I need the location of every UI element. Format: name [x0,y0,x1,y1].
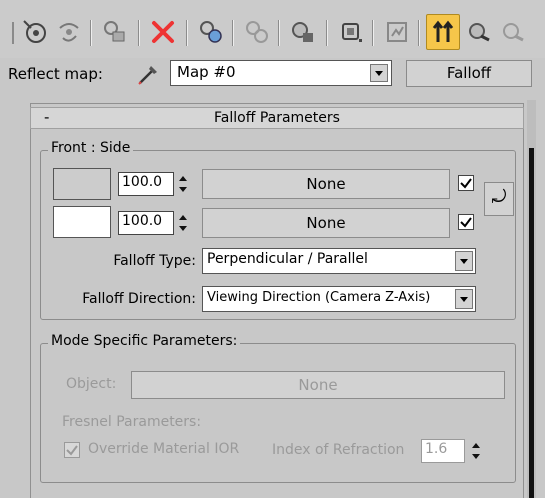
falloff-direction-label: Falloff Direction: [82,291,196,307]
ior-label: Index of Refraction [272,442,405,458]
toolbar-separator [232,20,234,46]
go-to-sibling-icon [503,23,524,42]
eyedropper-button[interactable] [135,62,163,86]
toolbar-separator [278,20,280,46]
check-icon [460,217,472,228]
rollout-title: Falloff Parameters [214,110,340,126]
material-editor-toolbar [0,0,545,58]
put-to-library-icon [246,21,268,43]
go-forward-icon [469,23,490,42]
side-amount-field[interactable]: 100.0 [118,211,174,235]
scrollbar-thumb[interactable] [529,148,534,498]
go-to-parent-icon [432,20,454,42]
dropdown-arrow-button[interactable] [455,251,473,271]
swap-colors-button[interactable]: ⤾ [484,182,514,216]
assign-material-button[interactable] [98,14,132,50]
falloff-direction-dropdown[interactable]: Viewing Direction (Camera Z-Axis) [202,286,476,312]
rollout-header[interactable]: Falloff Parameters [30,107,524,129]
make-unique-icon [200,21,222,43]
material-effects-icon [292,22,313,42]
material-effects-channel-button[interactable] [286,14,320,50]
fresnel-parameters-label: Fresnel Parameters: [62,414,202,430]
front-color-swatch[interactable] [53,168,111,200]
toolbar-separator [186,20,188,46]
object-pick-button[interactable]: None [131,371,505,399]
falloff-type-dropdown[interactable]: Perpendicular / Parallel [202,248,476,274]
toolbar-separator [326,20,328,46]
toolbar-separator [90,20,92,46]
show-end-result-button[interactable] [380,14,414,50]
chevron-down-icon [460,297,468,302]
front-map-checkbox[interactable] [458,175,474,191]
delete-icon [152,21,174,43]
toolbar-separator [372,20,374,46]
map-type-button[interactable]: Falloff [406,60,532,87]
front-map-button[interactable]: None [202,169,450,199]
reflect-map-label: Reflect map: [8,65,103,83]
go-to-sibling-button[interactable] [496,14,530,50]
override-ior-label: Override Material IOR [88,441,240,457]
put-to-library-button[interactable] [240,14,274,50]
swap-icon: ⤾ [491,187,507,208]
assign-material-icon [104,21,125,42]
object-label: Object: [66,376,117,392]
reflect-map-value: Map #0 [177,63,236,81]
go-forward-to-sibling-button[interactable] [462,14,496,50]
falloff-type-value: Perpendicular / Parallel [207,251,368,267]
show-in-viewport-icon [59,23,79,42]
mode-specific-title: Mode Specific Parameters: [48,333,241,349]
show-map-in-viewport-button[interactable] [334,14,368,50]
front-side-title: Front : Side [48,140,134,156]
show-map-icon [342,23,362,42]
dropdown-arrow-button[interactable] [370,64,388,82]
chevron-down-icon [375,71,383,76]
show-end-result-icon [387,22,407,42]
toolbar-grip[interactable] [12,22,14,44]
side-amount-spinner[interactable] [176,211,190,235]
front-amount-field[interactable]: 100.0 [118,172,174,196]
falloff-type-label: Falloff Type: [113,253,196,269]
check-icon [66,445,78,456]
ior-spinner[interactable] [469,439,483,463]
spinner-arrows-icon [179,215,187,231]
spinner-arrows-icon [179,176,187,192]
side-map-checkbox[interactable] [458,214,474,230]
pick-object-icon [23,20,46,43]
collapse-toggle[interactable]: - [44,108,49,126]
side-color-swatch[interactable] [53,206,111,238]
show-in-viewport-button[interactable] [52,14,86,50]
reflect-map-dropdown[interactable]: Map #0 [170,60,392,86]
dropdown-arrow-button[interactable] [455,289,473,309]
make-unique-button[interactable] [194,14,228,50]
front-amount-spinner[interactable] [176,172,190,196]
toolbar-separator [418,20,420,46]
pick-object-button[interactable] [18,14,52,50]
check-icon [460,178,472,189]
override-ior-checkbox[interactable] [64,442,80,458]
go-to-parent-button[interactable] [426,14,460,50]
delete-button[interactable] [146,14,180,50]
toolbar-separator [138,20,140,46]
chevron-down-icon [460,259,468,264]
spinner-arrows-icon [472,443,480,459]
ior-field[interactable]: 1.6 [421,439,465,463]
falloff-direction-value: Viewing Direction (Camera Z-Axis) [207,290,431,305]
eyedropper-icon [138,66,157,85]
side-map-button[interactable]: None [202,208,450,238]
